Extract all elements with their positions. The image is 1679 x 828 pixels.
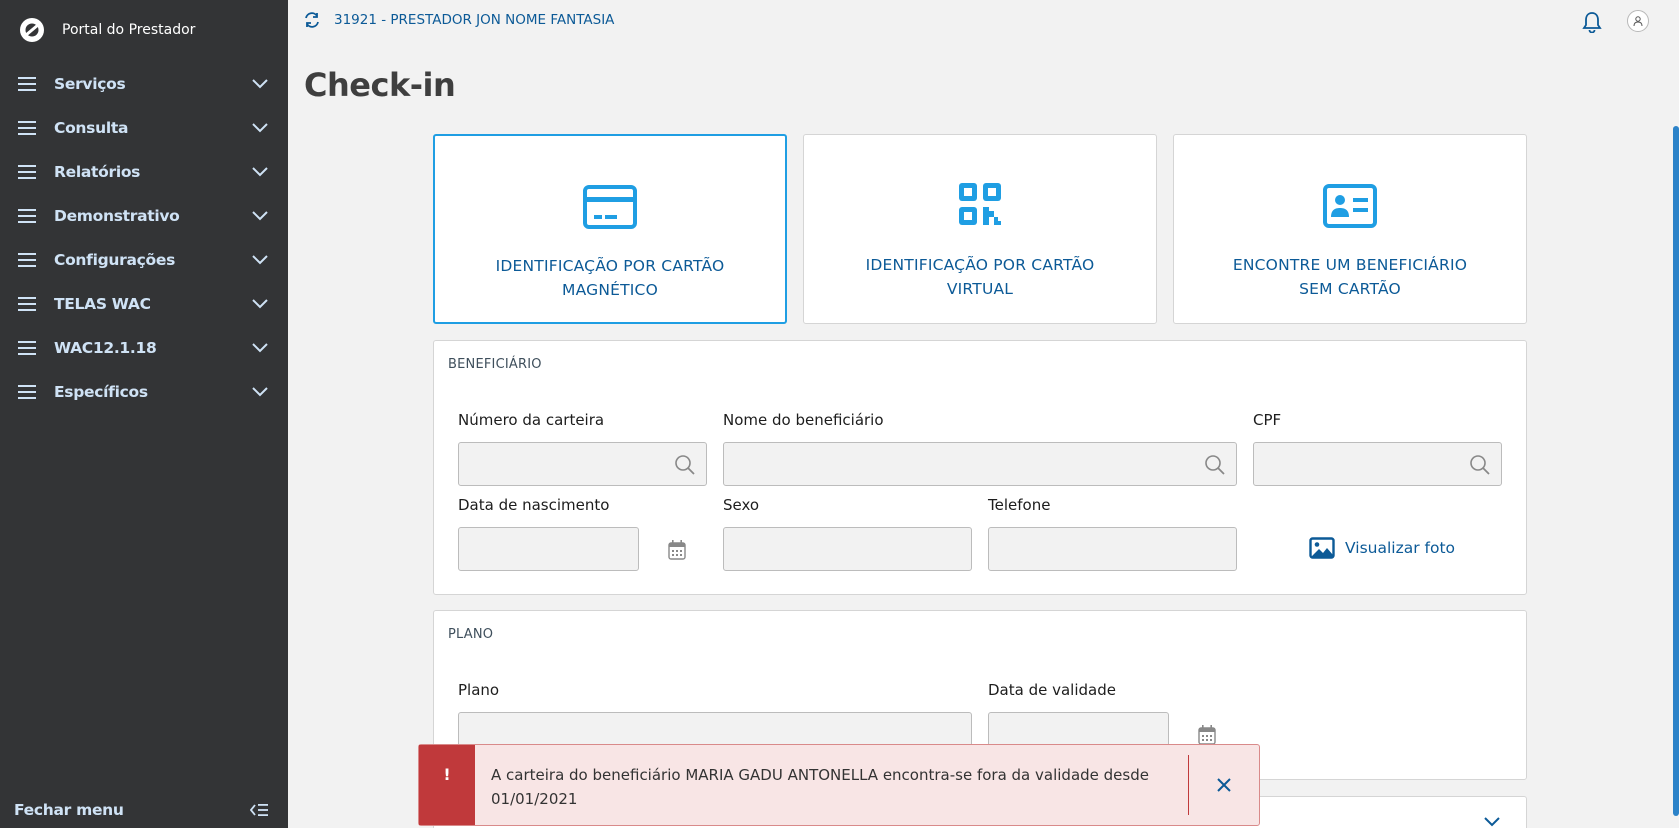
qr-code-icon [959, 183, 1001, 225]
phone-input[interactable] [988, 527, 1237, 571]
swap-icon [305, 12, 319, 28]
chevron-down-icon [252, 343, 268, 353]
search-icon[interactable] [1204, 454, 1226, 476]
sidebar-item-label: Relatórios [54, 163, 141, 181]
sidebar-item-label: WAC12.1.18 [54, 339, 157, 357]
avatar[interactable] [1627, 10, 1649, 32]
sex-input[interactable] [723, 527, 972, 571]
toast-close-button[interactable] [1189, 745, 1259, 825]
menu-icon [18, 253, 36, 267]
cpf-label: CPF [1253, 411, 1282, 429]
chevron-down-icon [252, 123, 268, 133]
view-photo-link[interactable]: Visualizar foto [1309, 537, 1455, 559]
section-title: BENEFICIÁRIO [448, 357, 542, 372]
search-icon[interactable] [1469, 454, 1491, 476]
chevron-down-icon [252, 255, 268, 265]
birth-date-label: Data de nascimento [458, 496, 610, 514]
collapse-menu-icon [250, 804, 268, 816]
card-label: IDENTIFICAÇÃO POR CARTÃO MAGNÉTICO [495, 257, 725, 299]
close-menu-button[interactable]: Fechar menu [0, 792, 288, 828]
search-icon[interactable] [674, 454, 696, 476]
plan-label: Plano [458, 681, 500, 699]
phone-label: Telefone [988, 496, 1051, 514]
image-icon [1309, 537, 1335, 559]
menu-icon [18, 77, 36, 91]
close-menu-label: Fechar menu [14, 801, 124, 819]
sidebar-item-configuracoes[interactable]: Configurações [0, 238, 288, 282]
chevron-down-icon [252, 299, 268, 309]
topbar: 31921 - PRESTADOR JON NOME FANTASIA [288, 0, 1679, 42]
sidebar-item-label: Consulta [54, 119, 129, 137]
portal-title: Portal do Prestador [62, 22, 196, 38]
menu-icon [18, 385, 36, 399]
menu-icon [18, 121, 36, 135]
id-card-icon [1323, 184, 1377, 228]
chevron-down-icon[interactable] [1484, 817, 1500, 827]
calendar-icon[interactable] [667, 539, 687, 561]
user-icon [1633, 16, 1643, 27]
sex-label: Sexo [723, 496, 760, 514]
sidebar-item-label: Específicos [54, 383, 148, 401]
menu-icon [18, 209, 36, 223]
page-title: Check-in [304, 66, 456, 104]
portal-logo-icon [20, 18, 44, 42]
beneficiary-section: BENEFICIÁRIO Número da carteira Nome do … [433, 340, 1527, 595]
menu-icon [18, 297, 36, 311]
sidebar: Portal do Prestador Serviços Consulta Re… [0, 0, 288, 828]
calendar-icon[interactable] [1197, 724, 1217, 746]
sidebar-item-relatorios[interactable]: Relatórios [0, 150, 288, 194]
card-find-beneficiary[interactable]: ENCONTRE UM BENEFICIÁRIO SEM CARTÃO [1173, 134, 1527, 324]
card-magnetic-card[interactable]: IDENTIFICAÇÃO POR CARTÃO MAGNÉTICO [433, 134, 787, 324]
sidebar-item-telas-wac[interactable]: TELAS WAC [0, 282, 288, 326]
menu-icon [18, 165, 36, 179]
close-icon [1217, 778, 1231, 792]
sidebar-item-label: TELAS WAC [54, 295, 151, 313]
expiry-date-label: Data de validade [988, 681, 1116, 699]
sidebar-item-label: Configurações [54, 251, 176, 269]
sidebar-menu: Serviços Consulta Relatórios Demonstrati… [0, 62, 288, 414]
brand[interactable]: Portal do Prestador [18, 16, 195, 44]
provider-name: 31921 - PRESTADOR JON NOME FANTASIA [334, 12, 615, 28]
card-label: ENCONTRE UM BENEFICIÁRIO SEM CARTÃO [1232, 256, 1468, 298]
sidebar-item-especificos[interactable]: Específicos [0, 370, 288, 414]
beneficiary-name-input[interactable] [723, 442, 1237, 486]
provider-switcher[interactable]: 31921 - PRESTADOR JON NOME FANTASIA [304, 12, 614, 28]
credit-card-icon [583, 185, 637, 229]
menu-icon [18, 341, 36, 355]
birth-date-input[interactable] [458, 527, 639, 571]
toast-message: A carteira do beneficiário MARIA GADU AN… [491, 766, 1149, 808]
wallet-number-label: Número da carteira [458, 411, 605, 429]
error-toast: ! A carteira do beneficiário MARIA GADU … [418, 744, 1260, 826]
sidebar-item-label: Demonstrativo [54, 207, 180, 225]
chevron-down-icon [252, 211, 268, 221]
chevron-down-icon [252, 387, 268, 397]
sidebar-item-servicos[interactable]: Serviços [0, 62, 288, 106]
scrollbar[interactable] [1673, 126, 1679, 816]
card-label: IDENTIFICAÇÃO POR CARTÃO VIRTUAL [865, 256, 1095, 298]
chevron-down-icon [252, 79, 268, 89]
sidebar-item-wac12-1-18[interactable]: WAC12.1.18 [0, 326, 288, 370]
chevron-down-icon [252, 167, 268, 177]
wallet-number-input[interactable] [458, 442, 707, 486]
beneficiary-name-label: Nome do beneficiário [723, 411, 884, 429]
card-virtual-card[interactable]: IDENTIFICAÇÃO POR CARTÃO VIRTUAL [803, 134, 1157, 324]
sidebar-item-consulta[interactable]: Consulta [0, 106, 288, 150]
sidebar-item-label: Serviços [54, 75, 126, 93]
cpf-input[interactable] [1253, 442, 1502, 486]
notification-bell-icon[interactable] [1582, 11, 1602, 33]
view-photo-label: Visualizar foto [1345, 539, 1456, 557]
sidebar-item-demonstrativo[interactable]: Demonstrativo [0, 194, 288, 238]
section-title: PLANO [448, 627, 494, 642]
error-icon: ! [419, 745, 475, 825]
